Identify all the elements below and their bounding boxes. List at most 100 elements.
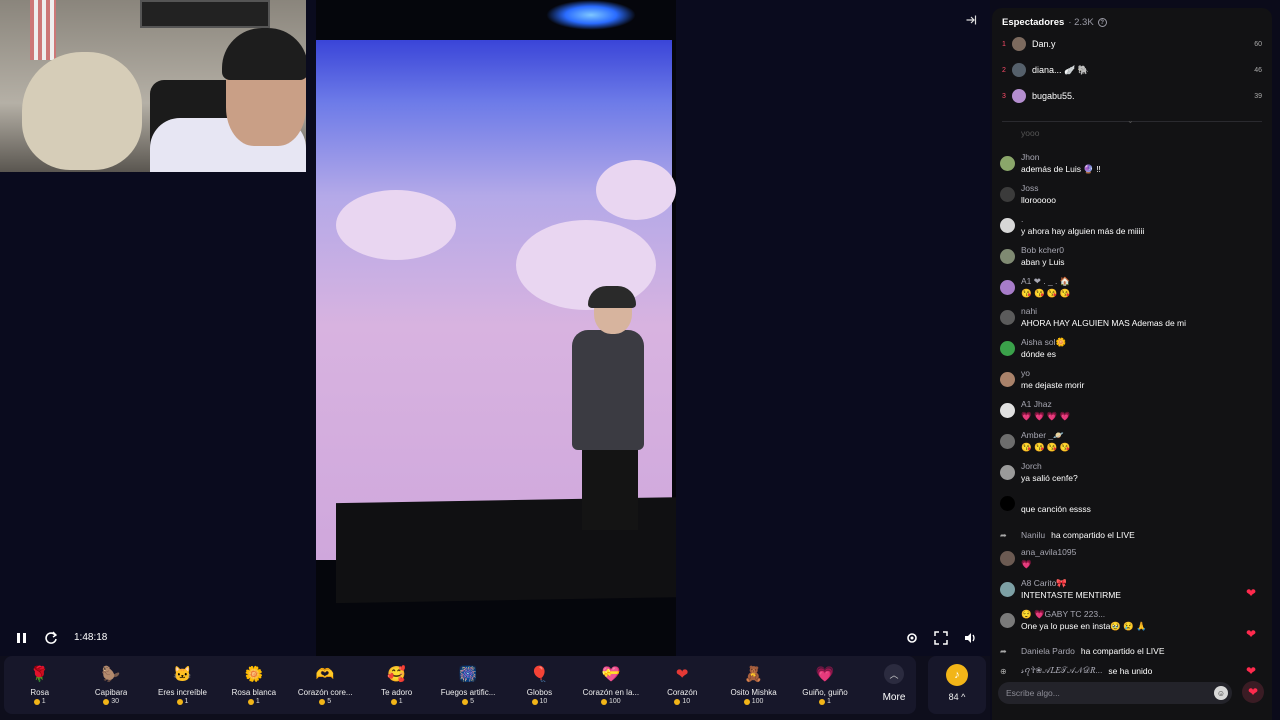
gift-item[interactable]: 💝 Corazón en la... 100 bbox=[575, 656, 646, 714]
emoji-icon[interactable]: ☺ bbox=[1214, 686, 1228, 700]
heart-icon: ❤ bbox=[675, 666, 689, 683]
balloons-icon: 🎈 bbox=[530, 666, 549, 683]
avatar[interactable] bbox=[1000, 341, 1015, 356]
chat-text: me dejaste morir bbox=[1021, 380, 1085, 390]
chat-username[interactable]: Amber _🪐 bbox=[1021, 430, 1064, 441]
collapse-chat-icon[interactable] bbox=[965, 14, 981, 30]
chat-username[interactable]: ana_avila1095 bbox=[1021, 547, 1076, 557]
chat-message[interactable]: A8 Carito🎀 INTENTASTE MENTIRME bbox=[1000, 578, 1260, 606]
top-viewer-row[interactable]: 3 bugabu55. 39 bbox=[1002, 87, 1262, 105]
gift-item[interactable]: 🥰 Te adoro 1 bbox=[361, 656, 432, 714]
avatar[interactable] bbox=[1000, 613, 1015, 628]
chat-message[interactable]: A1 Jhaz 💗 💗 💗 💗 bbox=[1000, 399, 1260, 427]
chat-messages[interactable]: yooo Jhon además de Luis 🔮 ‼ Joss llorooooo.… bbox=[992, 128, 1272, 676]
chat-message[interactable]: Joss llorooooo bbox=[1000, 183, 1260, 211]
avatar[interactable] bbox=[1000, 434, 1015, 449]
gift-item[interactable]: 💗 Guiño, guiño 1 bbox=[789, 656, 860, 714]
chat-username[interactable]: Jorch bbox=[1021, 461, 1042, 471]
avatar[interactable] bbox=[1000, 551, 1015, 566]
chevron-up-icon: ︿ bbox=[884, 664, 904, 684]
chat-username[interactable]: Nanilu bbox=[1021, 530, 1045, 540]
avatar[interactable] bbox=[1000, 372, 1015, 387]
gift-item[interactable]: 🌼 Rosa blanca 1 bbox=[218, 656, 289, 714]
chat-message[interactable]: ana_avila1095 💗 bbox=[1000, 547, 1260, 575]
volume-button[interactable] bbox=[962, 628, 978, 648]
avatar[interactable] bbox=[1000, 310, 1015, 325]
chat-username[interactable]: Aisha sol🌼 bbox=[1021, 337, 1066, 348]
fullscreen-button[interactable] bbox=[933, 628, 949, 648]
gift-item[interactable]: 🧸 Osito Mishka 100 bbox=[718, 656, 789, 714]
video-player[interactable]: 1:48:18 bbox=[0, 0, 990, 656]
settings-button[interactable] bbox=[904, 628, 920, 648]
chat-message[interactable]: Amber _🪐 😘 😘 😘 😘 bbox=[1000, 430, 1260, 458]
chat-username[interactable]: 😌 💗GABY TC 223... bbox=[1021, 609, 1105, 620]
chat-message[interactable]: Bob kcher0 aban y Luis bbox=[1000, 245, 1260, 273]
avatar[interactable] bbox=[1000, 403, 1015, 418]
more-gifts-button[interactable]: ︿ More bbox=[872, 656, 916, 714]
chat-message[interactable]: yo me dejaste morir bbox=[1000, 368, 1260, 396]
avatar[interactable] bbox=[1000, 249, 1015, 264]
system-message: ➦ Daniela Pardo ha compartido el LIVE bbox=[1000, 644, 1260, 658]
chat-message[interactable]: . y ahora hay alguien más de miiiii bbox=[1000, 214, 1260, 242]
chat-username[interactable]: . bbox=[1021, 214, 1023, 224]
avatar[interactable] bbox=[1000, 465, 1015, 480]
chat-username[interactable]: nahi bbox=[1021, 306, 1037, 316]
avatar[interactable] bbox=[1000, 496, 1015, 511]
chat-message[interactable]: Aisha sol🌼 dónde es bbox=[1000, 337, 1260, 365]
chat-username[interactable]: A1 ❤ . _ . 🏠 bbox=[1021, 276, 1070, 287]
viewer-score: 60 bbox=[1254, 40, 1262, 48]
system-message: ➦ Nanilu ha compartido el LIVE bbox=[1000, 528, 1260, 542]
chat-message[interactable]: 😌 💗GABY TC 223... One ya lo puse en insta… bbox=[1000, 609, 1260, 637]
chevron-down-icon[interactable]: ⌄ bbox=[1127, 116, 1134, 125]
chat-text: One ya lo puse en insta🥹 😢 🙏 bbox=[1021, 621, 1147, 631]
chat-message[interactable]: nahi AHORA HAY ALGUIEN MAS Ademas de mi bbox=[1000, 306, 1260, 334]
chat-username[interactable]: yo bbox=[1021, 368, 1030, 378]
avatar[interactable] bbox=[1000, 280, 1015, 295]
coin-icon bbox=[531, 698, 538, 705]
avatar[interactable] bbox=[1000, 582, 1015, 597]
chat-username[interactable]: A8 Carito🎀 bbox=[1021, 578, 1067, 589]
gift-item[interactable]: 🫶 Corazón core... 5 bbox=[290, 656, 361, 714]
chat-username[interactable]: Daniela Pardo bbox=[1021, 646, 1075, 656]
gift-item[interactable]: 🐱 Eres increíble 1 bbox=[147, 656, 218, 714]
chat-username[interactable]: 𝓈ꪖ✞❀𝒜𝐿𝐸𝒯𝒜𝒩𝒟𝑅... bbox=[1021, 662, 1102, 676]
rose-icon: 🌹 bbox=[30, 666, 50, 683]
avatar[interactable] bbox=[1012, 37, 1026, 51]
avatar[interactable] bbox=[1000, 218, 1015, 233]
chat-username[interactable]: Joss bbox=[1021, 183, 1038, 193]
chat-username[interactable]: Jhon bbox=[1021, 152, 1039, 162]
avatar[interactable] bbox=[1012, 63, 1026, 77]
gift-item[interactable]: 🌹 Rosa 1 bbox=[4, 656, 75, 714]
refresh-button[interactable] bbox=[43, 628, 59, 648]
chat-text: que canción essss bbox=[1021, 504, 1091, 514]
coin-balance-button[interactable]: ♪ 84 ^ bbox=[928, 656, 986, 714]
performer bbox=[554, 286, 649, 530]
chat-input[interactable]: Escribe algo... bbox=[998, 682, 1232, 704]
gift-name: Osito Mishka bbox=[730, 688, 777, 697]
gift-item[interactable]: 🎆 Fuegos artific... 5 bbox=[432, 656, 503, 714]
chat-username[interactable]: A1 Jhaz bbox=[1021, 399, 1052, 409]
chat-message[interactable]: Jhon además de Luis 🔮 ‼ bbox=[1000, 152, 1260, 180]
gift-item[interactable]: 🎈 Globos 10 bbox=[504, 656, 575, 714]
gift-item[interactable]: 🦫 Capibara 30 bbox=[75, 656, 146, 714]
top-viewer-row[interactable]: 1 Dan.y 60 bbox=[1002, 35, 1262, 53]
chat-message[interactable]: Jorch ya salió cenfe? bbox=[1000, 461, 1260, 489]
gift-price: 5 bbox=[319, 698, 331, 705]
avatar[interactable] bbox=[1000, 156, 1015, 171]
like-heart-button[interactable]: ❤ bbox=[1242, 681, 1264, 703]
info-icon[interactable]: ? bbox=[1097, 18, 1107, 27]
viewer-rank: 2 bbox=[1002, 66, 1006, 74]
chat-message[interactable]: que canción essss bbox=[1000, 492, 1260, 520]
coin-icon bbox=[462, 698, 469, 705]
avatar[interactable] bbox=[1012, 89, 1026, 103]
streamer-webcam bbox=[0, 0, 306, 172]
chat-message[interactable]: A1 ❤ . _ . 🏠 😘 😘 😘 😘 bbox=[1000, 276, 1260, 304]
pause-button[interactable] bbox=[14, 628, 30, 648]
viewers-header[interactable]: Espectadores · 2.3K ? bbox=[1002, 17, 1107, 28]
avatar[interactable] bbox=[1000, 187, 1015, 202]
chat-username[interactable]: Bob kcher0 bbox=[1021, 245, 1064, 255]
chat-text: se ha unido bbox=[1108, 666, 1153, 676]
live-chat-panel: Espectadores · 2.3K ? 1 Dan.y 60 2 diana... … bbox=[992, 8, 1272, 720]
gift-item[interactable]: ❤ Corazón 10 bbox=[647, 656, 718, 714]
top-viewer-row[interactable]: 2 diana... 🪽 🐘 46 bbox=[1002, 61, 1262, 79]
